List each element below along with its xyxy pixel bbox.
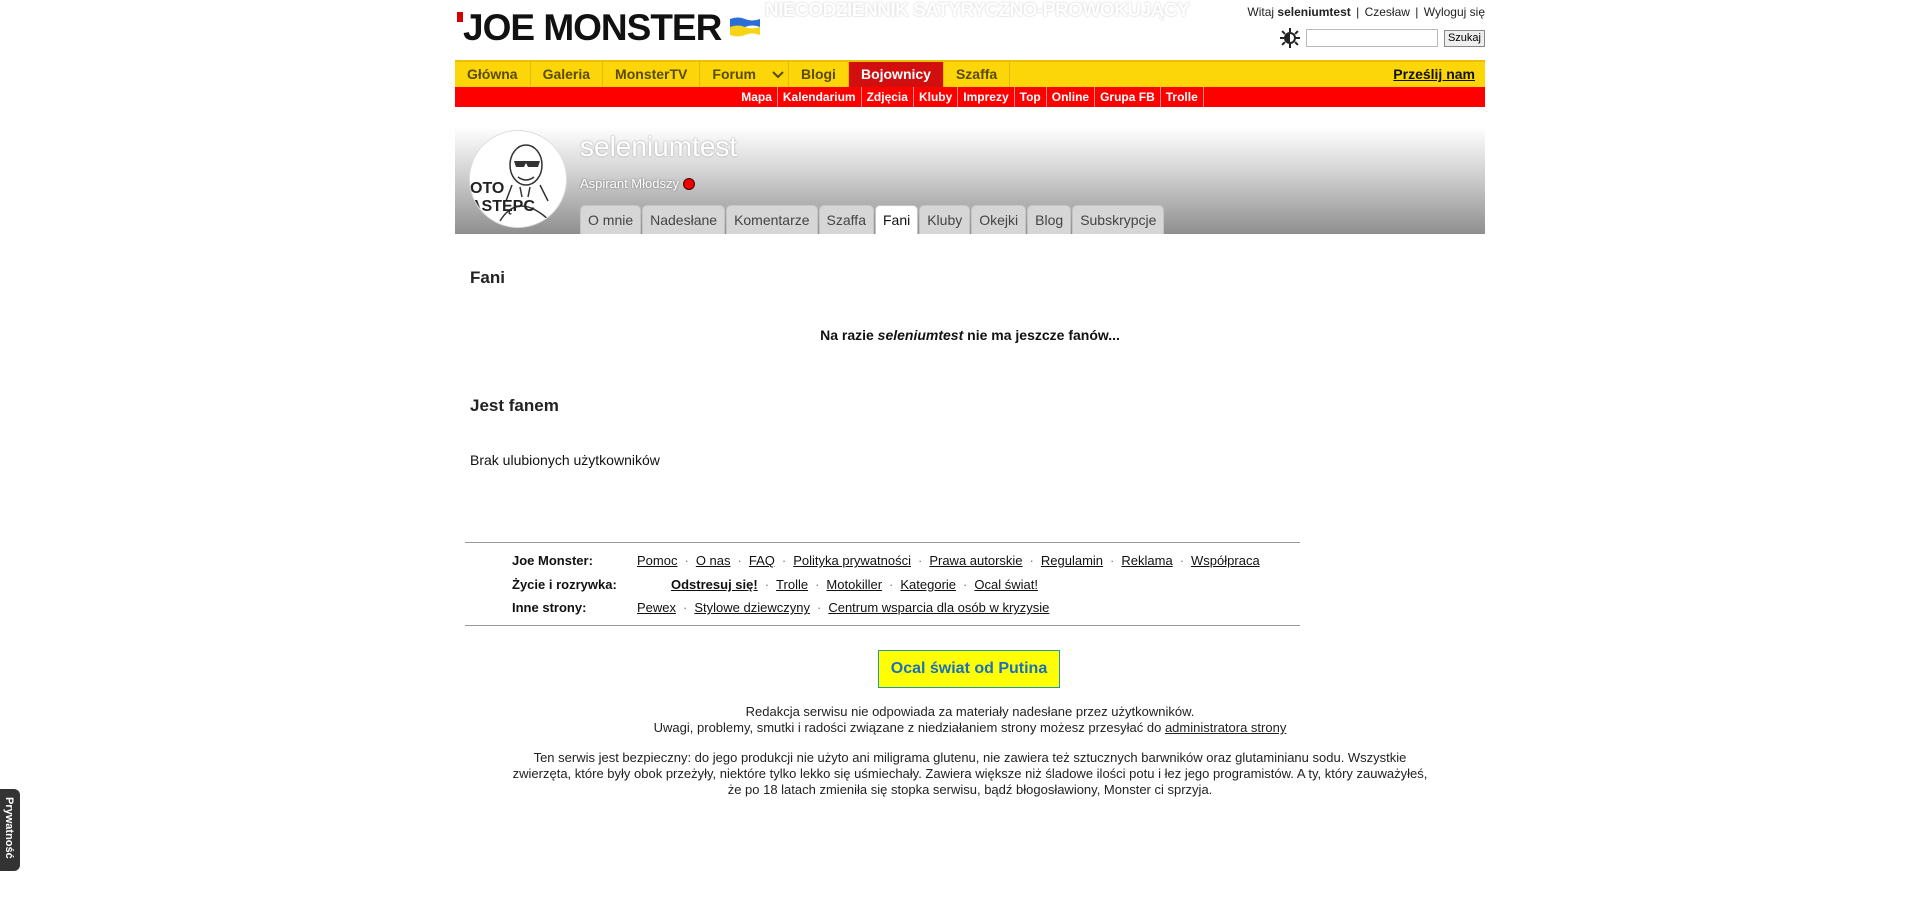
czeslaw-link[interactable]: Czesław: [1365, 5, 1410, 19]
privacy-settings-tab[interactable]: Prywatność: [0, 789, 20, 871]
sub-nav: Mapa Kalendarium Zdjęcia Kluby Imprezy T…: [455, 87, 1485, 107]
subnav-item-trolle[interactable]: Trolle: [1161, 87, 1204, 107]
subnav-item-imprezy[interactable]: Imprezy: [958, 87, 1015, 107]
search-input[interactable]: [1305, 29, 1438, 47]
nav-item-monstertv[interactable]: MonsterTV: [603, 62, 701, 87]
tab-nadeslane[interactable]: Nadesłane: [642, 205, 726, 234]
footer-row-zycie: Życie i rozrywka: Odstresuj się! · Trolle…: [465, 573, 1300, 597]
nav-item-glowna[interactable]: Główna: [455, 62, 531, 87]
logout-link[interactable]: Wyloguj się: [1424, 5, 1485, 19]
theme-toggle-icon[interactable]: [1279, 28, 1300, 48]
forum-dropdown-toggle[interactable]: [768, 62, 789, 87]
footer-link-stylowe[interactable]: Stylowe dziewczyny: [694, 600, 810, 615]
rank-label: Aspirant Młodszy: [580, 176, 679, 191]
fans-message-before: Na razie: [820, 327, 878, 343]
subnav-item-kalendarium[interactable]: Kalendarium: [778, 87, 862, 107]
fans-message: Na razie seleniumtest nie ma jeszcze fan…: [455, 327, 1485, 343]
tab-fani[interactable]: Fani: [874, 205, 919, 234]
site-slogan: NIECODZIENNIK SATYRYCZNO-PROWOKUJĄCY: [765, 0, 1190, 21]
disclaimer-1: Redakcja serwisu nie odpowiada za materi…: [745, 704, 1195, 719]
subnav-item-online[interactable]: Online: [1047, 87, 1096, 107]
safe-text-2: zwierzęta, które były obok przeżyły, nie…: [512, 766, 1428, 781]
fans-message-user: seleniumtest: [877, 327, 964, 343]
avatar-text-1: OTO: [470, 180, 504, 197]
nav-item-forum[interactable]: Forum: [700, 62, 768, 87]
tab-kluby[interactable]: Kluby: [919, 205, 971, 234]
footer-row-inne: Inne strony: Pewex · Stylowe dziewczyny · …: [465, 596, 1300, 620]
nav-item-galeria[interactable]: Galeria: [531, 62, 604, 87]
nav-item-blogi[interactable]: Blogi: [789, 62, 849, 87]
user-bar: Witaj seleniumtest | Czesław | Wyloguj s…: [1247, 5, 1485, 19]
footer-link-ocal-swiat[interactable]: Ocal świat!: [974, 577, 1038, 592]
tab-szaffa[interactable]: Szaffa: [818, 205, 874, 234]
fans-heading: Fani: [470, 268, 505, 287]
is-fan-heading: Jest fanem: [470, 396, 559, 415]
safe-text-3: że po 18 latach zmieniła się stopka serw…: [727, 782, 1213, 797]
tab-subskrypcje[interactable]: Subskrypcje: [1072, 205, 1165, 234]
tab-okejki[interactable]: Okejki: [971, 205, 1027, 234]
footer-link-o-nas[interactable]: O nas: [696, 553, 731, 568]
footer-link-centrum[interactable]: Centrum wsparcia dla osób w kryzysie: [828, 600, 1049, 615]
subnav-item-zdjecia[interactable]: Zdjęcia: [862, 87, 914, 107]
profile-username: seleniumtest: [580, 131, 738, 162]
tab-o-mnie[interactable]: O mnie: [580, 205, 642, 234]
avatar[interactable]: OTO ASTĘPC: [469, 130, 567, 228]
tab-komentarze[interactable]: Komentarze: [726, 205, 818, 234]
subnav-item-top[interactable]: Top: [1015, 87, 1047, 107]
profile-tabs: O mnie Nadesłane Komentarze Szaffa Fani …: [580, 205, 1165, 234]
ukraine-flag-icon: [730, 17, 760, 37]
footer-link-regulamin[interactable]: Regulamin: [1041, 553, 1103, 568]
footer-links: Joe Monster: Pomoc · O nas · FAQ · Polityka…: [465, 542, 1300, 626]
avatar-image: OTO ASTĘPC: [470, 144, 551, 222]
footer-link-pomoc[interactable]: Pomoc: [637, 553, 677, 568]
footer-link-faq[interactable]: FAQ: [749, 553, 775, 568]
admin-link[interactable]: administratora strony: [1165, 720, 1286, 735]
disclaimer-2-text: Uwagi, problemy, smutki i radości związa…: [653, 720, 1165, 735]
footer-row-label: Joe Monster:: [512, 553, 593, 569]
footer-row-label: Życie i rozrywka:: [512, 576, 617, 592]
safe-text-1: Ten serwis jest bezpieczny: do jego prod…: [533, 750, 1407, 765]
footer-link-polityka[interactable]: Polityka prywatności: [793, 553, 911, 568]
tab-blog[interactable]: Blog: [1027, 205, 1072, 234]
subnav-item-grupa-fb[interactable]: Grupa FB: [1095, 87, 1161, 107]
footer-link-kategorie[interactable]: Kategorie: [900, 577, 956, 592]
privacy-label: Prywatność: [3, 797, 15, 859]
is-fan-message: Brak ulubionych użytkowników: [470, 452, 660, 468]
subnav-item-mapa[interactable]: Mapa: [736, 87, 778, 107]
save-world-from-putin-button[interactable]: Ocal świat od Putina: [878, 650, 1060, 688]
footer-link-wspolpraca[interactable]: Współpraca: [1191, 553, 1260, 568]
fans-message-after: nie ma jeszcze fanów...: [963, 327, 1120, 343]
chevron-down-icon: [772, 70, 784, 78]
search-bar: Szukaj: [1279, 28, 1485, 48]
nav-item-bojownicy[interactable]: Bojownicy: [848, 62, 944, 87]
submit-content-link[interactable]: Prześlij nam: [1383, 62, 1485, 87]
subnav-item-kluby[interactable]: Kluby: [914, 87, 959, 107]
logo-text: JOE MONSTER: [463, 7, 722, 48]
footer-row-joe-monster: Joe Monster: Pomoc · O nas · FAQ · Polityka…: [465, 549, 1300, 573]
footer-row-label: Inne strony:: [512, 600, 587, 616]
footer-link-pewex[interactable]: Pewex: [637, 600, 676, 615]
status-dot-icon: [682, 177, 695, 190]
nav-item-szaffa[interactable]: Szaffa: [944, 62, 1011, 87]
footer-link-prawa[interactable]: Prawa autorskie: [929, 553, 1022, 568]
search-button[interactable]: Szukaj: [1443, 29, 1485, 47]
footer-link-odstresuj[interactable]: Odstresuj się!: [671, 577, 758, 592]
profile-header: OTO ASTĘPC seleniumtest Aspirant Młodszy…: [455, 127, 1485, 234]
avatar-text-2: ASTĘPC: [470, 198, 535, 215]
welcome-text: Witaj: [1247, 5, 1275, 19]
profile-rank: Aspirant Młodszy: [580, 176, 695, 191]
user-link[interactable]: seleniumtest: [1277, 5, 1350, 19]
footer-link-trolle[interactable]: Trolle: [776, 577, 808, 592]
main-nav: Główna Galeria MonsterTV Forum Blogi Boj…: [455, 60, 1485, 87]
footer-link-reklama[interactable]: Reklama: [1121, 553, 1172, 568]
footer-link-motokiller[interactable]: Motokiller: [826, 577, 882, 592]
disclaimer-2: Uwagi, problemy, smutki i radości związa…: [455, 720, 1485, 736]
